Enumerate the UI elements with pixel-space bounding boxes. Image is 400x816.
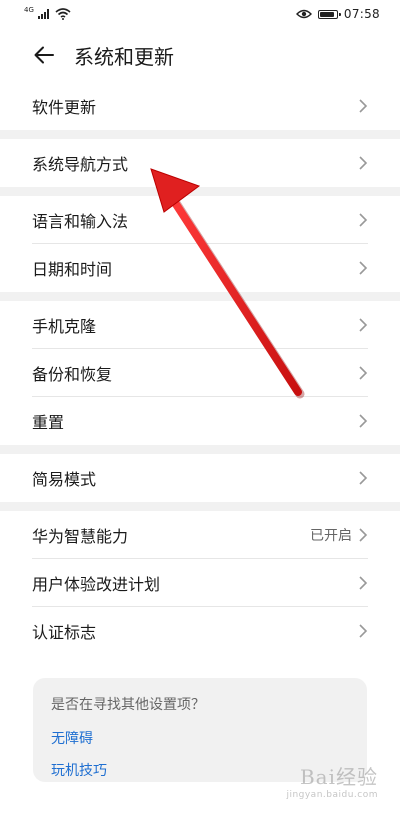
battery-icon [317, 9, 341, 19]
status-left: 4G [24, 6, 71, 20]
settings-list: 软件更新 系统导航方式 语言和输入法 日期和时间 手机克隆 备份和恢复 重置 简… [0, 82, 400, 655]
settings-item-system-navigation[interactable]: 系统导航方式 [32, 139, 368, 187]
chevron-right-icon [359, 212, 368, 227]
settings-item-huawei-ai[interactable]: 华为智慧能力 已开启 [32, 511, 368, 559]
settings-item-software-update[interactable]: 软件更新 [32, 82, 368, 130]
settings-item-label: 日期和时间 [32, 260, 113, 279]
chevron-right-icon [359, 365, 368, 380]
network-type-label: 4G [24, 6, 34, 14]
chevron-right-icon [359, 471, 368, 485]
page-header: 系统和更新 [0, 28, 400, 82]
section-gap [0, 130, 400, 139]
chevron-right-icon [359, 624, 368, 638]
cellular-signal-icon [37, 9, 49, 19]
chevron-right-icon [359, 317, 368, 332]
link-accessibility[interactable]: 无障碍 [51, 728, 349, 748]
settings-item-reset[interactable]: 重置 [32, 397, 368, 445]
chevron-right-icon [359, 261, 368, 275]
help-card: 是否在寻找其他设置项？ 无障碍 玩机技巧 [33, 678, 367, 782]
settings-item-label: 备份和恢复 [32, 364, 113, 384]
back-button[interactable] [30, 41, 58, 69]
section-gap [0, 502, 400, 511]
chevron-right-icon [359, 575, 368, 590]
chevron-right-icon [359, 156, 368, 170]
settings-item-backup-restore[interactable]: 备份和恢复 [32, 349, 368, 397]
status-clock: 07:58 [343, 7, 380, 21]
settings-item-label: 语言和输入法 [32, 211, 129, 231]
arrow-left-icon [34, 46, 54, 64]
chevron-right-icon [359, 527, 368, 542]
settings-item-label: 手机克隆 [32, 316, 97, 336]
settings-item-label: 用户体验改进计划 [32, 574, 161, 594]
settings-item-label: 系统导航方式 [32, 155, 129, 174]
chevron-right-icon [359, 99, 368, 113]
status-bar: 4G 07:58 [0, 0, 400, 28]
page-title: 系统和更新 [74, 44, 174, 69]
status-right: 07:58 [295, 7, 380, 21]
settings-item-simple-mode[interactable]: 简易模式 [32, 454, 368, 502]
battery-level-fill [319, 11, 334, 17]
watermark-url: jingyan.baidu.com [286, 790, 378, 800]
section-gap [0, 445, 400, 454]
link-tips[interactable]: 玩机技巧 [51, 760, 349, 780]
settings-item-certification[interactable]: 认证标志 [32, 607, 368, 655]
settings-item-phone-clone[interactable]: 手机克隆 [32, 301, 368, 349]
settings-item-label: 简易模式 [32, 470, 97, 489]
settings-item-date-time[interactable]: 日期和时间 [32, 244, 368, 292]
settings-item-label: 华为智慧能力 [32, 526, 129, 546]
settings-item-label: 软件更新 [32, 98, 97, 117]
wifi-icon [55, 8, 71, 20]
settings-item-label: 重置 [32, 413, 65, 432]
eye-comfort-icon [295, 9, 312, 19]
help-card-title: 是否在寻找其他设置项？ [51, 697, 205, 713]
settings-item-status: 已开启 [310, 527, 352, 544]
section-gap [0, 292, 400, 301]
settings-item-language-input[interactable]: 语言和输入法 [32, 196, 368, 244]
settings-item-user-experience[interactable]: 用户体验改进计划 [32, 559, 368, 607]
chevron-right-icon [359, 414, 368, 428]
settings-item-label: 认证标志 [32, 623, 97, 642]
section-gap [0, 187, 400, 196]
